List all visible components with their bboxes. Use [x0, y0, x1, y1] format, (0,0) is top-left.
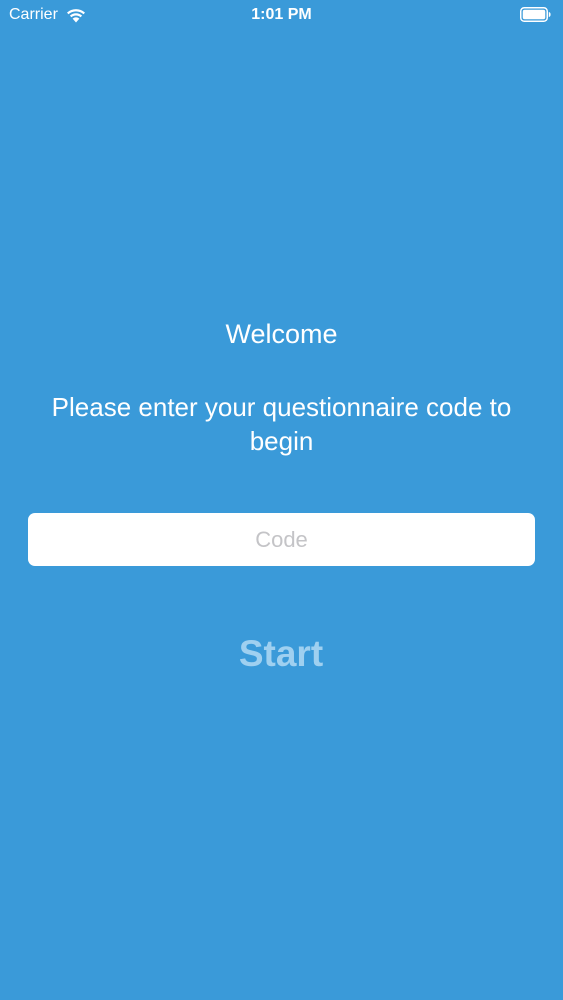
welcome-heading: Welcome	[225, 319, 338, 349]
instructions-text: Please enter your questionnaire code to …	[51, 392, 512, 456]
code-input[interactable]	[28, 513, 535, 566]
status-time: 1:01 PM	[251, 6, 312, 23]
status-bar: Carrier 1:01 PM	[0, 0, 563, 30]
start-button[interactable]: Start	[181, 628, 381, 680]
battery-full-icon	[520, 7, 551, 22]
